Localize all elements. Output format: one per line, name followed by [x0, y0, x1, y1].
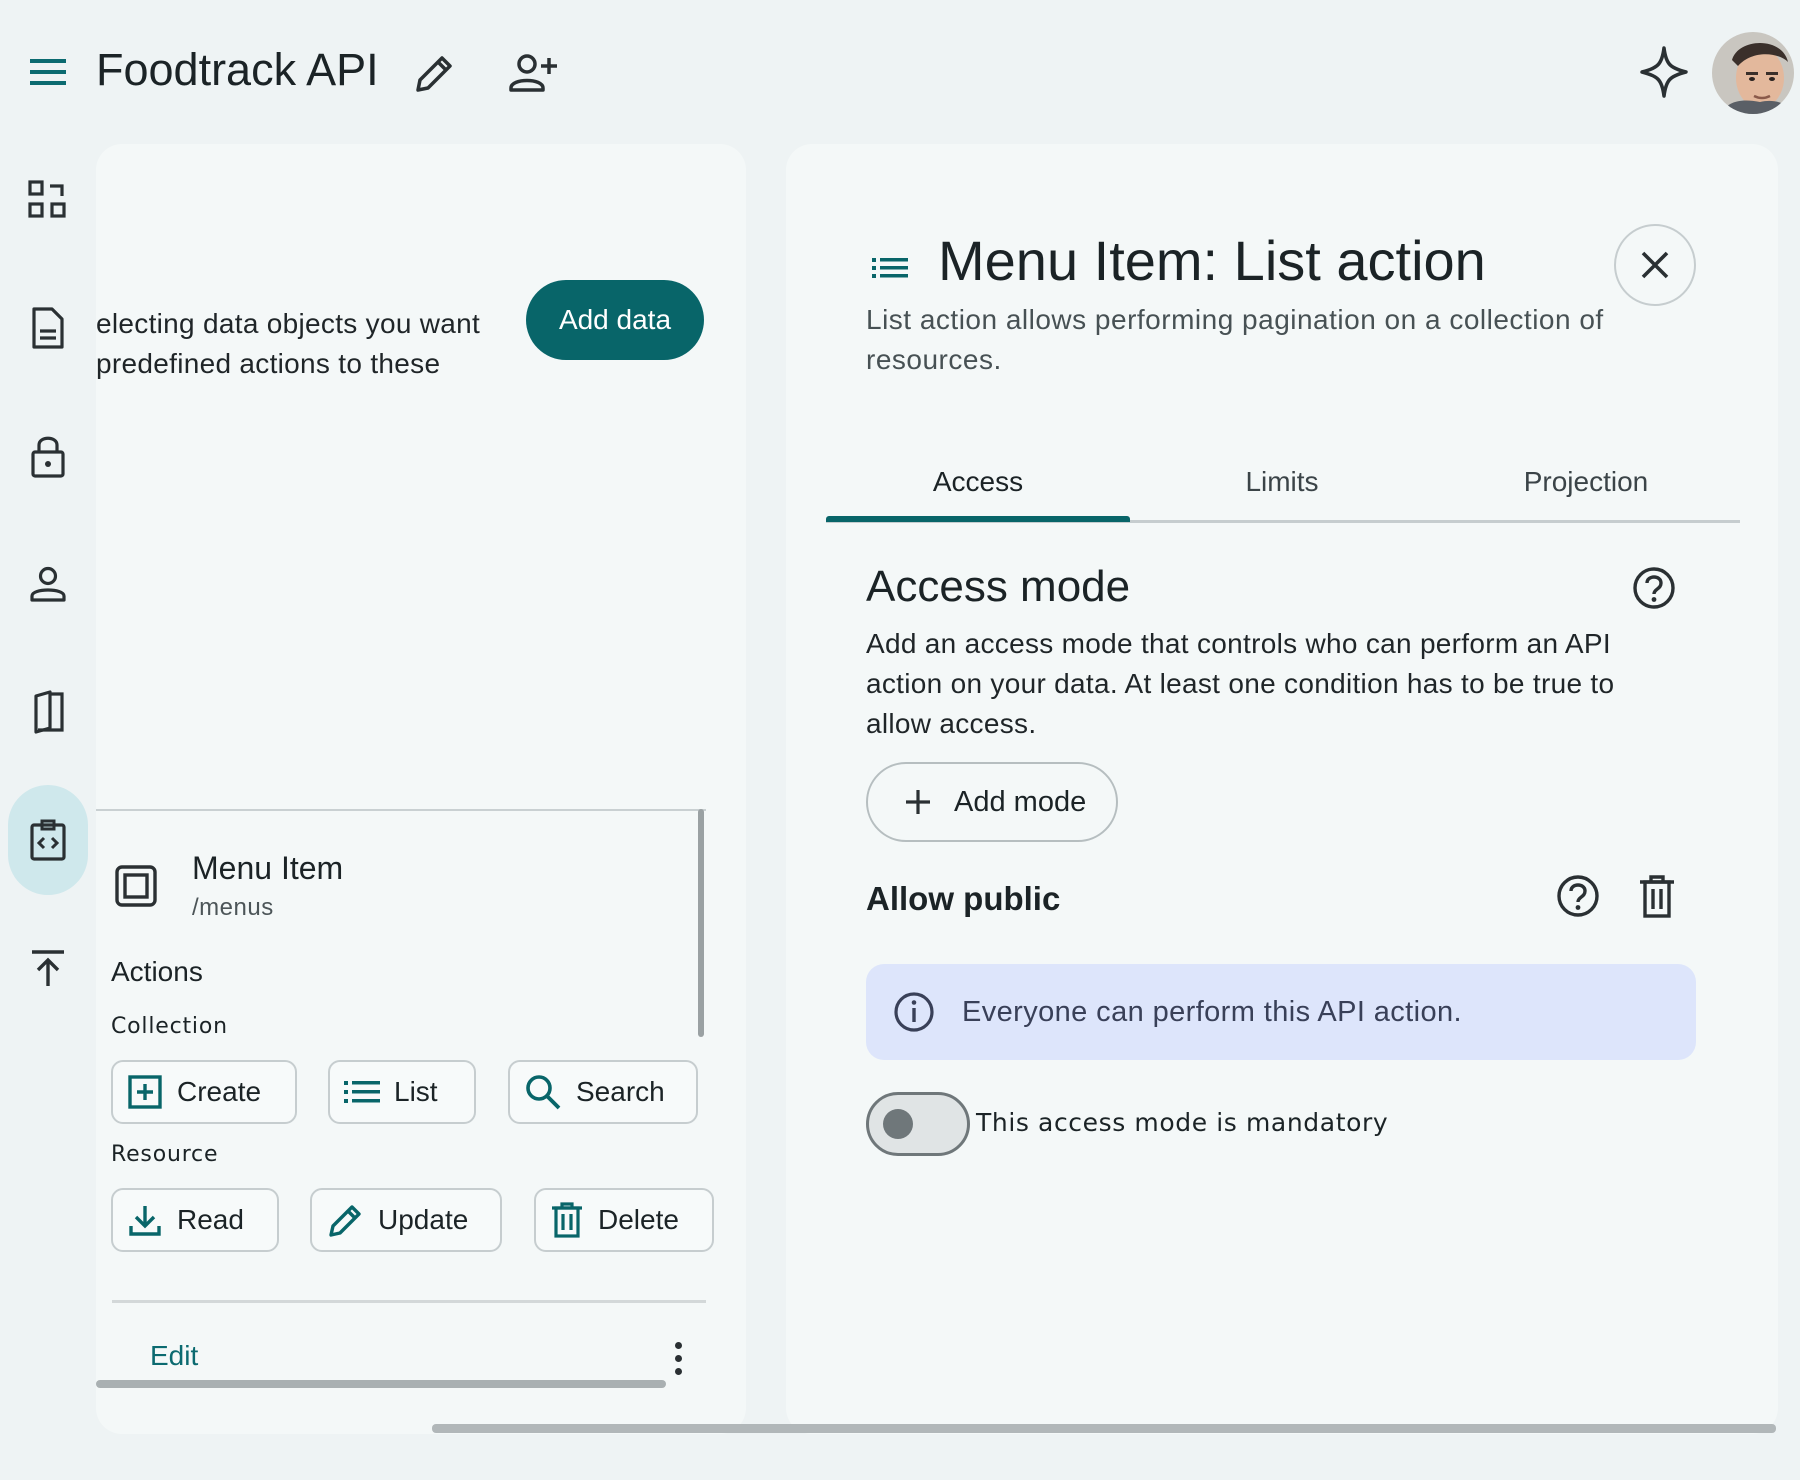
- help-icon: [1557, 875, 1599, 917]
- panel-description: List action allows performing pagination…: [866, 304, 1604, 375]
- delete-action-button[interactable]: Delete: [534, 1188, 714, 1252]
- download-icon: [129, 1206, 161, 1236]
- book-icon: [34, 690, 64, 734]
- intro-text: electing data objects you want predefine…: [96, 308, 481, 379]
- horizontal-scrollbar-left[interactable]: [96, 1380, 666, 1388]
- search-icon: [526, 1075, 561, 1110]
- code-icon: [30, 819, 66, 861]
- sparkle-icon: [1640, 46, 1688, 98]
- mandatory-toggle-label: This access mode is mandatory: [976, 1108, 1389, 1137]
- update-action-button[interactable]: Update: [310, 1188, 502, 1252]
- list-icon: [344, 1081, 380, 1103]
- edit-link[interactable]: Edit: [150, 1340, 198, 1372]
- plus-box-icon: [128, 1075, 162, 1109]
- more-options-button[interactable]: [666, 1334, 690, 1382]
- document-icon: [32, 307, 64, 349]
- actions-heading: Actions: [111, 956, 203, 987]
- add-user-button[interactable]: [505, 46, 561, 102]
- delete-mode-button[interactable]: [1636, 872, 1678, 920]
- app-title: Foodtrack API: [96, 44, 379, 95]
- horizontal-scrollbar[interactable]: [432, 1424, 1776, 1433]
- resource-path: /menus: [192, 894, 274, 921]
- update-action-label: Update: [378, 1204, 469, 1235]
- tab-access[interactable]: Access: [826, 440, 1130, 524]
- pencil-icon: [329, 1205, 361, 1237]
- access-mode-title: Access mode: [866, 562, 1131, 611]
- create-action-button[interactable]: Create: [111, 1060, 297, 1124]
- read-action-label: Read: [177, 1204, 244, 1235]
- info-banner: Everyone can perform this API action.: [866, 964, 1696, 1060]
- menu-icon: [30, 59, 66, 85]
- user-photo: [1712, 32, 1794, 114]
- panel-title: Menu Item: List action: [938, 229, 1486, 292]
- search-action-button[interactable]: Search: [508, 1060, 698, 1124]
- rail-item-api[interactable]: [18, 810, 78, 870]
- tab-limits[interactable]: Limits: [1130, 440, 1434, 524]
- add-mode-button[interactable]: Add mode: [866, 762, 1118, 842]
- resource-heading: Resource: [111, 1142, 219, 1167]
- read-action-button[interactable]: Read: [111, 1188, 279, 1252]
- rail-item-docs[interactable]: [18, 682, 78, 742]
- card-divider: [96, 809, 706, 811]
- action-detail-panel: Menu Item: List action List action allow…: [786, 144, 1778, 1434]
- info-icon: [894, 992, 934, 1032]
- add-user-icon: [509, 54, 557, 92]
- rail-item-dashboard[interactable]: [18, 170, 78, 230]
- data-model-panel: electing data objects you want predefine…: [96, 144, 746, 1434]
- tab-projection[interactable]: Projection: [1434, 440, 1738, 524]
- resource-icon: [114, 864, 158, 908]
- allow-public-title: Allow public: [866, 880, 1061, 917]
- trash-icon: [552, 1202, 582, 1238]
- resource-name: Menu Item: [192, 850, 344, 886]
- create-action-label: Create: [177, 1076, 262, 1107]
- edit-title-button[interactable]: [408, 48, 460, 100]
- card-footer-divider: [112, 1300, 706, 1303]
- allow-public-help-button[interactable]: [1554, 872, 1602, 920]
- ai-assistant-button[interactable]: [1636, 42, 1692, 102]
- rail-item-deploy[interactable]: [18, 938, 78, 998]
- close-button[interactable]: [1614, 224, 1696, 306]
- add-data-button[interactable]: Add data: [526, 280, 704, 360]
- trash-icon: [1640, 875, 1674, 918]
- info-text: Everyone can perform this API action.: [962, 995, 1462, 1028]
- list-action-label: List: [394, 1076, 438, 1107]
- rail-item-documents[interactable]: [18, 298, 78, 358]
- person-icon: [30, 566, 66, 602]
- list-icon: [868, 246, 912, 290]
- plus-icon: [906, 790, 930, 814]
- close-icon: [1641, 251, 1669, 279]
- vertical-scrollbar[interactable]: [698, 809, 704, 1037]
- access-mode-description: Add an access mode that controls who can…: [866, 628, 1615, 739]
- rail-item-security[interactable]: [18, 426, 78, 486]
- upload-icon: [32, 950, 64, 986]
- dashboard-icon: [28, 180, 66, 218]
- collection-heading: Collection: [111, 1014, 228, 1039]
- rail-item-users[interactable]: [18, 554, 78, 614]
- help-icon: [1633, 567, 1675, 609]
- avatar[interactable]: [1712, 32, 1794, 114]
- menu-button[interactable]: [20, 46, 76, 98]
- search-action-label: Search: [576, 1076, 665, 1107]
- mandatory-toggle[interactable]: [866, 1092, 970, 1156]
- pencil-icon: [416, 56, 452, 92]
- delete-action-label: Delete: [598, 1204, 679, 1235]
- list-action-button[interactable]: List: [328, 1060, 476, 1124]
- access-mode-help-button[interactable]: [1630, 564, 1678, 612]
- lock-icon: [31, 436, 65, 478]
- add-mode-label: Add mode: [954, 785, 1087, 818]
- tab-active-indicator: [826, 516, 1130, 522]
